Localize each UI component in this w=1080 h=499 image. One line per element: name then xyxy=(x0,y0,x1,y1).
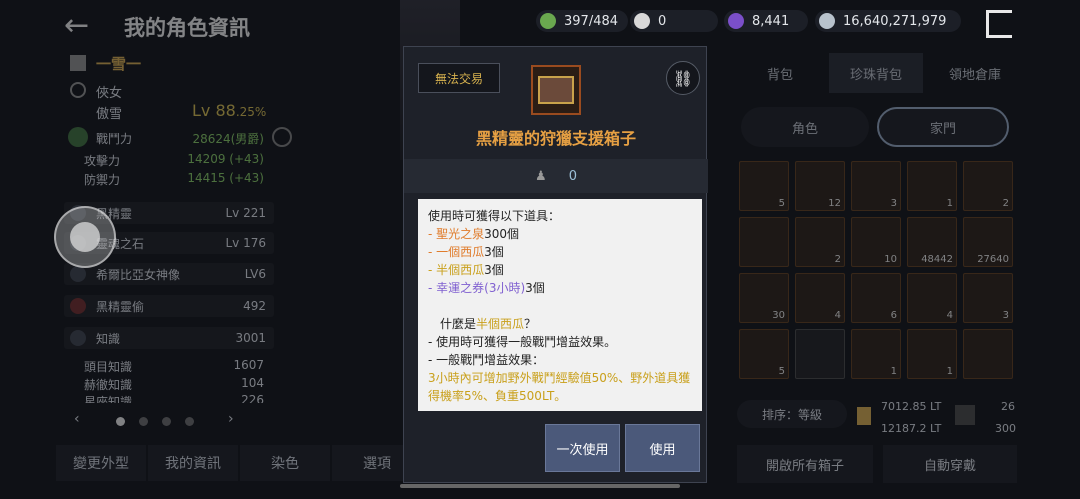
link-icon[interactable]: ⛓ xyxy=(666,61,700,95)
inventory-slot[interactable]: 10 xyxy=(851,217,901,267)
inventory-slot[interactable]: 4 xyxy=(907,273,957,323)
statue-icon xyxy=(70,266,86,282)
defense-row: 防禦力 14415 (+43) xyxy=(84,171,264,187)
slot-count-icon xyxy=(955,405,975,425)
inventory-slot[interactable]: 6 xyxy=(851,273,901,323)
energy-icon xyxy=(540,13,556,29)
tab-family[interactable]: 家門 xyxy=(877,107,1009,147)
inventory-slot[interactable]: 30 xyxy=(739,273,789,323)
item-detail-modal: 無法交易 ⛓ 黑精靈的狩獵支援箱子 ♟ 0 使用時可獲得以下道具： - 聖光之泉3… xyxy=(403,46,708,483)
tab-my-info[interactable]: 我的資訊 xyxy=(148,445,238,481)
slots-total: 300 xyxy=(995,422,1016,435)
inventory-slot[interactable]: 1 xyxy=(907,329,957,379)
gem-icon xyxy=(728,13,744,29)
auto-equip-button[interactable]: 自動穿戴 xyxy=(883,445,1017,483)
combat-power-icon xyxy=(68,127,88,147)
bag-icon: ♟ xyxy=(535,168,547,184)
faq-question: 什麼是半個西瓜？ xyxy=(440,317,537,331)
item-description: 使用時可獲得以下道具： - 聖光之泉300個 - 一個西瓜3個 - 半個西瓜3個… xyxy=(418,199,702,411)
character-level: Lv 88.25% xyxy=(192,101,267,120)
resource-energy: 397/484 xyxy=(536,10,628,32)
left-bottom-tabs: 變更外型 我的資訊 染色 選項 xyxy=(56,445,424,481)
rank-icon xyxy=(272,127,292,147)
top-bar: ← 我的角色資訊 397/484 0 8,441 16,640,271,979 xyxy=(0,0,1080,48)
family-icon xyxy=(70,55,86,71)
class-icon xyxy=(70,82,86,98)
character-name: 傲雪 xyxy=(96,107,123,122)
combat-power-row: 戰鬥力 28624(男爵) xyxy=(96,132,264,146)
reward-item: - 聖光之泉300個 xyxy=(428,227,520,241)
reward-item: - 幸運之券(3小時)3個 xyxy=(428,281,545,295)
inventory-slot[interactable] xyxy=(739,217,789,267)
inventory-slot[interactable] xyxy=(963,329,1013,379)
weight-max: 12187.2 LT xyxy=(881,422,942,435)
chest-icon xyxy=(531,65,581,115)
item-count-row: ♟ 0 xyxy=(404,159,708,193)
weight-current: 7012.85 LT xyxy=(881,400,942,413)
inventory-slot[interactable]: 1 xyxy=(907,161,957,211)
reward-item: - 一個西瓜3個 xyxy=(428,245,504,259)
silver-icon xyxy=(819,13,835,29)
knowledge-star-row: 星座知識 226 xyxy=(84,393,264,403)
class-name: 俠女 xyxy=(96,86,123,101)
family-name: 一雪一 xyxy=(96,55,142,73)
use-button[interactable]: 使用 xyxy=(625,424,700,472)
next-page-icon[interactable]: › xyxy=(228,411,234,427)
tab-territory-storage[interactable]: 領地倉庫 xyxy=(925,53,1025,93)
resource-gem: 8,441 xyxy=(724,10,808,32)
page-dots xyxy=(116,417,194,426)
weight-icon xyxy=(857,407,871,425)
scroll-indicator xyxy=(400,484,680,488)
inventory-slot[interactable]: 2 xyxy=(795,217,845,267)
stat-bar-knowledge[interactable]: 知識 3001 xyxy=(64,327,274,349)
inventory-slot[interactable]: 3 xyxy=(851,161,901,211)
untradeable-tag: 無法交易 xyxy=(418,63,500,93)
sort-button[interactable]: 排序：等級 xyxy=(737,400,847,428)
knowledge-boss-row: 頭目知識 1607 xyxy=(84,358,264,374)
resource-silver: 16,640,271,979 xyxy=(815,10,961,32)
slots-used: 26 xyxy=(1001,400,1015,413)
joystick[interactable] xyxy=(54,206,116,268)
use-once-button[interactable]: 一次使用 xyxy=(545,424,620,472)
inventory-slot[interactable]: 12 xyxy=(795,161,845,211)
thief-icon xyxy=(70,298,86,314)
item-title: 黑精靈的狩獵支援箱子 xyxy=(475,129,636,148)
inventory-slot[interactable]: 3 xyxy=(963,273,1013,323)
inventory-slot[interactable]: 27640 xyxy=(963,217,1013,267)
inventory-slot[interactable]: 48442 xyxy=(907,217,957,267)
stat-bar-goddess-statue[interactable]: 希爾比亞女神像 LV6 xyxy=(64,263,274,285)
knowledge-hech-row: 赫徹知識 104 xyxy=(84,376,264,392)
tab-bag[interactable]: 背包 xyxy=(735,53,825,93)
exit-icon[interactable] xyxy=(986,10,1012,38)
pearl-icon xyxy=(634,13,650,29)
inventory-slot[interactable] xyxy=(795,329,845,379)
prev-page-icon[interactable]: ‹ xyxy=(74,411,80,427)
inventory-slot[interactable]: 2 xyxy=(963,161,1013,211)
tab-change-appearance[interactable]: 變更外型 xyxy=(56,445,146,481)
resource-pearl: 0 xyxy=(630,10,718,32)
inventory-slot[interactable]: 1 xyxy=(851,329,901,379)
open-all-boxes-button[interactable]: 開啟所有箱子 xyxy=(737,445,873,483)
inventory-panel: 背包 珍珠背包 領地倉庫 角色 家門 5 12 3 1 2 2 10 48442… xyxy=(725,45,1080,499)
page-title: 我的角色資訊 xyxy=(124,16,250,40)
attack-row: 攻擊力 14209 (+43) xyxy=(84,152,264,168)
inventory-slot[interactable]: 5 xyxy=(739,161,789,211)
inventory-slot[interactable]: 4 xyxy=(795,273,845,323)
tab-character[interactable]: 角色 xyxy=(741,107,869,147)
back-arrow-icon[interactable]: ← xyxy=(64,8,89,43)
tab-pearl-bag[interactable]: 珍珠背包 xyxy=(829,53,923,93)
stat-bar-black-spirit-thief[interactable]: 黑精靈偷 492 xyxy=(64,295,274,317)
reward-item: - 半個西瓜3個 xyxy=(428,263,504,277)
knowledge-icon xyxy=(70,330,86,346)
inventory-slot[interactable]: 5 xyxy=(739,329,789,379)
tab-dye[interactable]: 染色 xyxy=(240,445,330,481)
character-info-panel: 一雪一 俠女 傲雪 Lv 88.25% 戰鬥力 28624(男爵) 攻擊力 1420… xyxy=(0,45,422,499)
